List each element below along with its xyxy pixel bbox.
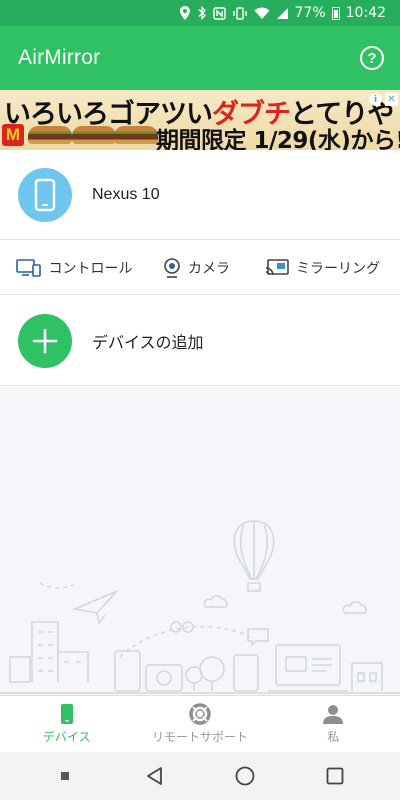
burger-image bbox=[114, 126, 158, 144]
mcdonalds-logo: M bbox=[2, 124, 24, 146]
control-label: コントロール bbox=[48, 260, 133, 277]
empty-illustration-area bbox=[0, 387, 400, 695]
status-bar: 77% 10:42 bbox=[0, 0, 400, 26]
home-button[interactable] bbox=[225, 756, 265, 796]
location-icon bbox=[179, 6, 190, 20]
menu-dot-button[interactable] bbox=[45, 756, 85, 796]
device-icon bbox=[60, 704, 73, 724]
signal-icon bbox=[276, 7, 288, 19]
battery-percent: 77% bbox=[294, 5, 326, 21]
paper-plane-illustration bbox=[72, 590, 118, 625]
add-device-label: デバイスの追加 bbox=[92, 332, 204, 352]
cloud-illustration bbox=[342, 601, 367, 614]
control-button[interactable]: コントロール bbox=[0, 241, 148, 294]
recents-button[interactable] bbox=[315, 756, 355, 796]
cloud-illustration bbox=[203, 595, 228, 608]
system-navigation-bar bbox=[0, 752, 400, 800]
ad-subline: 期間限定 1/29(水)から! bbox=[156, 128, 400, 150]
device-actions: コントロール カメラ ミラーリング bbox=[0, 241, 400, 295]
home-circle-icon bbox=[235, 766, 255, 786]
ad-banner[interactable]: いろいろゴアツいダブチとてりや M 期間限定 1/29(水)から! i ✕ bbox=[0, 90, 400, 150]
tab-remote-support[interactable]: リモートサポート bbox=[133, 696, 266, 752]
app-bar: AirMirror ? bbox=[0, 26, 400, 90]
vibrate-icon bbox=[232, 6, 247, 20]
burger-image bbox=[72, 126, 116, 144]
help-icon[interactable]: ? bbox=[360, 46, 384, 70]
device-item[interactable]: Nexus 10 bbox=[0, 150, 400, 240]
tab-remote-support-label: リモートサポート bbox=[151, 730, 248, 744]
device-name: Nexus 10 bbox=[92, 185, 160, 203]
camera-icon bbox=[164, 257, 180, 278]
balloon-illustration bbox=[233, 520, 275, 592]
lifebuoy-icon bbox=[189, 703, 211, 725]
city-illustration bbox=[0, 520, 400, 694]
bluetooth-icon bbox=[198, 6, 206, 20]
remote-control-icon bbox=[15, 258, 41, 277]
square-dot-icon bbox=[61, 772, 69, 780]
mirroring-label: ミラーリング bbox=[296, 260, 380, 277]
bottom-navigation: デバイス リモートサポート 私 bbox=[0, 695, 400, 752]
battery-icon bbox=[331, 6, 340, 20]
back-triangle-icon bbox=[147, 767, 162, 785]
plus-icon bbox=[18, 313, 72, 368]
tab-me-label: 私 bbox=[327, 730, 340, 744]
camera-button[interactable]: カメラ bbox=[148, 241, 245, 294]
tab-devices[interactable]: デバイス bbox=[0, 696, 133, 752]
ad-close-icon[interactable]: ✕ bbox=[385, 93, 398, 106]
camera-label: カメラ bbox=[188, 260, 230, 277]
mirroring-button[interactable]: ミラーリング bbox=[245, 241, 400, 294]
person-icon bbox=[323, 705, 344, 724]
back-button[interactable] bbox=[135, 756, 175, 796]
nfc-icon bbox=[212, 6, 226, 20]
cast-icon bbox=[265, 258, 289, 275]
recents-square-icon bbox=[326, 767, 344, 785]
tab-me[interactable]: 私 bbox=[267, 696, 400, 752]
app-title: AirMirror bbox=[18, 46, 101, 69]
tab-devices-label: デバイス bbox=[42, 730, 91, 744]
clock: 10:42 bbox=[345, 5, 386, 21]
add-device-item[interactable]: デバイスの追加 bbox=[0, 296, 400, 386]
ad-choices-icon[interactable]: i bbox=[369, 93, 382, 106]
burger-image bbox=[28, 126, 72, 144]
wifi-icon bbox=[254, 7, 270, 19]
phone-icon bbox=[18, 167, 72, 222]
